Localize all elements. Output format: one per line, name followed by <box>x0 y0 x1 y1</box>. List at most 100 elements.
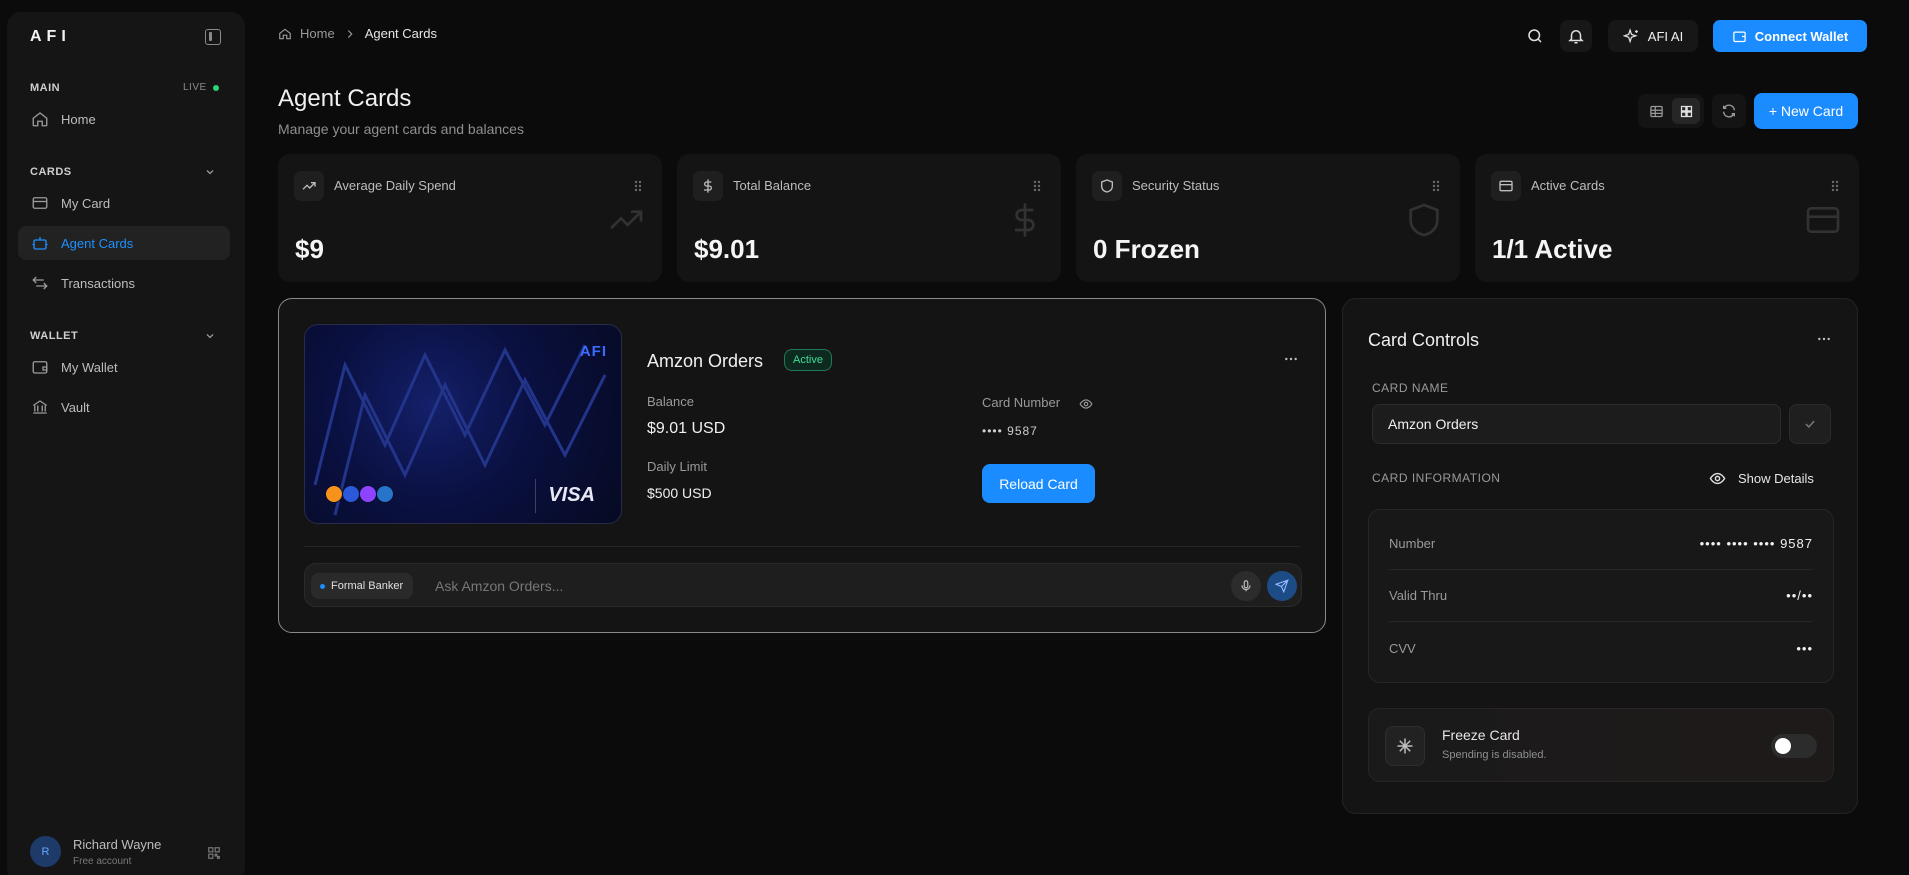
view-toggle <box>1638 94 1704 128</box>
drag-handle-icon[interactable] <box>1831 180 1839 192</box>
drag-handle-icon[interactable] <box>634 180 642 192</box>
shield-icon <box>1092 171 1122 201</box>
stat-value: 1/1 Active <box>1492 234 1613 264</box>
table-view-button[interactable] <box>1642 98 1670 124</box>
sidebar-item-label: Vault <box>61 399 90 415</box>
section-label-cards: CARDS <box>30 166 72 178</box>
sidebar-item-label: My Card <box>61 195 111 211</box>
live-label: LIVE <box>183 82 207 93</box>
breadcrumb-current: Agent Cards <box>364 26 437 41</box>
bell-icon <box>1568 30 1584 44</box>
user-profile[interactable]: R Richard Wayne Free account <box>30 836 161 867</box>
sidebar-item-label: My Wallet <box>61 359 118 375</box>
sidebar-item-agent-cards[interactable]: Agent Cards <box>18 226 230 260</box>
ask-input[interactable]: Ask Amzon Orders... <box>435 578 563 594</box>
info-row-number: Number •••• •••• •••• 9587 <box>1389 518 1813 570</box>
credit-card-icon <box>32 197 48 209</box>
stat-card-active-cards: Active Cards 1/1 Active <box>1475 154 1859 282</box>
persona-chip[interactable]: Formal Banker <box>311 573 414 599</box>
new-card-button[interactable]: + New Card <box>1754 93 1858 129</box>
dollar-icon <box>1015 203 1035 237</box>
microphone-icon <box>1241 580 1251 592</box>
snowflake-icon <box>1385 726 1425 766</box>
microphone-button[interactable] <box>1231 571 1261 601</box>
grid-view-button[interactable] <box>1672 98 1700 124</box>
send-icon <box>1275 579 1289 593</box>
drag-handle-icon[interactable] <box>1033 180 1041 192</box>
card-number-label: Card Number <box>982 395 1061 410</box>
virtual-card-visual[interactable]: AFI VISA <box>304 324 622 524</box>
trend-up-icon <box>294 171 324 201</box>
crypto-coins-icon <box>325 485 394 503</box>
card-name-input[interactable]: Amzon Orders <box>1372 404 1781 444</box>
eye-icon[interactable] <box>1079 397 1093 411</box>
avatar: R <box>30 836 61 867</box>
notifications-button[interactable] <box>1560 20 1592 52</box>
freeze-card-toggle[interactable] <box>1771 734 1817 758</box>
search-button[interactable] <box>1519 20 1551 52</box>
afi-ai-label: AFI AI <box>1647 28 1684 44</box>
sidebar-item-vault[interactable]: Vault <box>18 390 230 424</box>
stat-label: Total Balance <box>733 178 812 193</box>
stat-card-average-daily-spend: Average Daily Spend $9 <box>278 154 662 282</box>
grid-icon <box>1680 105 1692 117</box>
more-options-icon[interactable] <box>1816 331 1832 347</box>
sidebar-item-my-wallet[interactable]: My Wallet <box>18 350 230 384</box>
card-name: Amzon Orders <box>647 351 764 371</box>
show-details-label: Show Details <box>1738 471 1814 486</box>
sidebar-toggle-icon[interactable] <box>205 29 221 45</box>
credit-card-icon <box>1806 207 1840 233</box>
show-details-button[interactable]: Show Details <box>1709 470 1814 487</box>
stat-card-total-balance: Total Balance $9.01 <box>677 154 1061 282</box>
connect-wallet-button[interactable]: Connect Wallet <box>1713 20 1867 52</box>
sidebar-item-transactions[interactable]: Transactions <box>18 266 230 300</box>
app-logo[interactable]: AFI <box>30 28 71 46</box>
page-subtitle: Manage your agent cards and balances <box>278 121 524 137</box>
credit-card-icon <box>1491 171 1521 201</box>
stat-card-security-status: Security Status 0 Frozen <box>1076 154 1460 282</box>
sidebar-item-my-card[interactable]: My Card <box>18 186 230 220</box>
info-value: •••• •••• •••• 9587 <box>1699 536 1813 551</box>
balance-value: $9.01 USD <box>647 420 726 437</box>
home-icon[interactable] <box>278 27 292 41</box>
breadcrumb-home[interactable]: Home <box>300 26 335 41</box>
balance-label: Balance <box>647 394 694 409</box>
more-options-icon[interactable] <box>1283 351 1299 367</box>
dollar-icon <box>693 171 723 201</box>
card-information-label: CARD INFORMATION <box>1372 471 1501 485</box>
refresh-button[interactable] <box>1712 94 1746 128</box>
card-controls-panel: Card Controls CARD NAME Amzon Orders CAR… <box>1342 298 1858 814</box>
card-brand-logo: AFI <box>579 343 607 360</box>
sidebar-item-home[interactable]: Home <box>18 102 230 136</box>
search-icon <box>1528 29 1542 43</box>
section-label-main: MAIN <box>30 82 61 94</box>
qr-code-icon[interactable] <box>207 846 221 860</box>
wallet-icon <box>32 361 48 374</box>
send-button[interactable] <box>1267 571 1297 601</box>
bank-icon <box>32 400 48 414</box>
drag-handle-icon[interactable] <box>1432 180 1440 192</box>
chevron-down-icon[interactable] <box>204 330 216 342</box>
card-name-label: CARD NAME <box>1372 381 1449 395</box>
afi-ai-button[interactable]: AFI AI <box>1608 20 1698 52</box>
card-information-box: Number •••• •••• •••• 9587 Valid Thru ••… <box>1368 509 1834 683</box>
chevron-down-icon[interactable] <box>204 166 216 178</box>
info-row-valid-thru: Valid Thru ••/•• <box>1389 570 1813 622</box>
stat-value: $9.01 <box>694 234 760 264</box>
stat-value: $9 <box>295 234 324 264</box>
live-dot-icon <box>212 84 219 91</box>
stat-value: 0 Frozen <box>1093 234 1200 264</box>
sidebar-item-label: Home <box>61 111 96 127</box>
info-label: CVV <box>1389 640 1416 656</box>
info-row-cvv: CVV ••• <box>1389 622 1813 674</box>
sidebar-item-label: Agent Cards <box>61 235 134 251</box>
freeze-card-title: Freeze Card <box>1442 727 1520 743</box>
save-name-button[interactable] <box>1789 404 1831 444</box>
reload-card-button[interactable]: Reload Card <box>982 464 1095 503</box>
agent-card-panel[interactable]: AFI VISA Amzon Orders Active Balance $9.… <box>278 298 1326 633</box>
stat-label: Security Status <box>1132 178 1220 193</box>
shield-icon <box>1409 203 1439 237</box>
stat-label: Active Cards <box>1531 178 1605 193</box>
card-number-masked: •••• 9587 <box>982 424 1038 438</box>
card-divider <box>535 479 536 513</box>
